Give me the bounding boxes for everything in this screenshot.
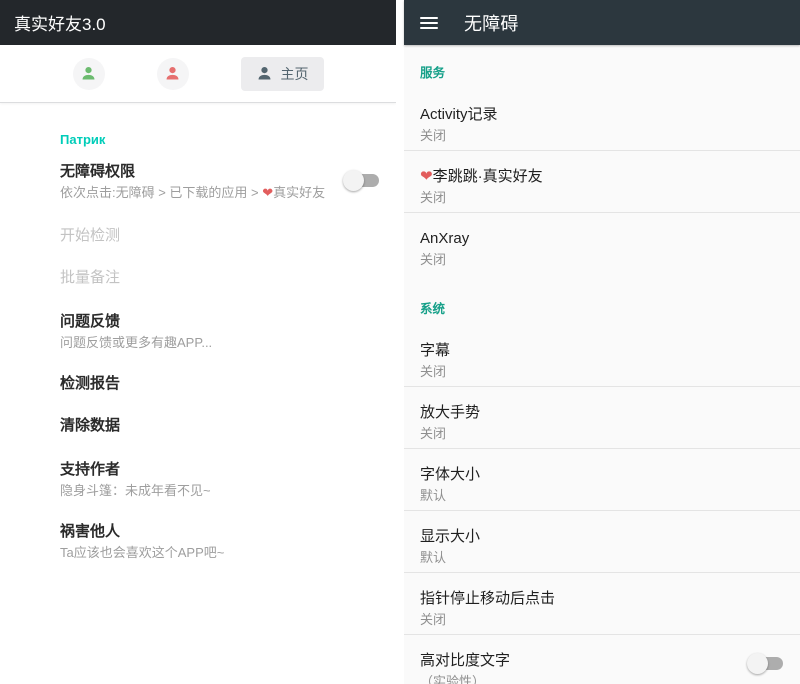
- screenshot-gutter: [396, 0, 404, 684]
- heart-icon: ❤: [420, 168, 433, 185]
- tab-friends-green[interactable]: [73, 58, 105, 90]
- row-title: Activity记录: [420, 105, 784, 125]
- row-title: 支持作者: [60, 460, 380, 480]
- row-clear-data[interactable]: 清除数据: [60, 416, 380, 436]
- right-app-bar: 无障碍: [404, 0, 800, 45]
- toggle-thumb: [747, 653, 768, 674]
- row-support-author[interactable]: 支持作者 隐身斗篷：未成年看不见~: [60, 460, 380, 500]
- person-red-icon: [164, 65, 181, 82]
- left-app-screen: 真实好友3.0: [0, 0, 396, 684]
- row-title: 检测报告: [60, 374, 380, 394]
- tab-friends-red[interactable]: [157, 58, 189, 90]
- row-title: 开始检测: [60, 226, 380, 246]
- row-title: 问题反馈: [60, 312, 380, 332]
- row-subtitle: Ta应该也会喜欢这个APP吧~: [60, 544, 380, 562]
- toggle-thumb: [343, 170, 364, 191]
- row-status: 关闭: [420, 363, 784, 381]
- row-status: （实验性）: [420, 673, 784, 684]
- row-magnification-gesture[interactable]: 放大手势 关闭: [404, 387, 800, 449]
- row-detection-report[interactable]: 检测报告: [60, 374, 380, 394]
- row-activity-record[interactable]: Activity记录 关闭: [404, 89, 800, 151]
- row-title: 放大手势: [420, 403, 784, 423]
- row-start-detection[interactable]: 开始检测: [60, 226, 380, 246]
- accessibility-permission-toggle[interactable]: [343, 170, 380, 191]
- heart-icon: ❤: [262, 185, 273, 200]
- row-title: ❤李跳跳·真实好友: [420, 167, 784, 187]
- row-title: 批量备注: [60, 268, 380, 288]
- row-status: 默认: [420, 487, 784, 505]
- row-status: 关闭: [420, 127, 784, 145]
- row-title: 字体大小: [420, 465, 784, 485]
- row-title: 显示大小: [420, 527, 784, 547]
- right-app-title: 无障碍: [464, 10, 519, 36]
- row-batch-note[interactable]: 批量备注: [60, 268, 380, 288]
- row-title: AnXray: [420, 229, 784, 249]
- row-subtitle: 问题反馈或更多有趣APP...: [60, 334, 380, 352]
- row-status: 关闭: [420, 611, 784, 629]
- left-tab-bar: 主页: [0, 45, 396, 103]
- row-display-size[interactable]: 显示大小 默认: [404, 511, 800, 573]
- row-status: 默认: [420, 549, 784, 567]
- menu-icon[interactable]: [420, 17, 438, 29]
- row-title: 祸害他人: [60, 522, 380, 542]
- row-subtitle: 依次点击:无障碍 > 已下载的应用 > ❤真实好友: [60, 184, 380, 202]
- row-high-contrast-text[interactable]: 高对比度文字 （实验性）: [404, 635, 800, 684]
- row-harm-others[interactable]: 祸害他人 Ta应该也会喜欢这个APP吧~: [60, 522, 380, 562]
- accessibility-list: 服务 Activity记录 关闭 ❤李跳跳·真实好友 关闭 AnXray 关闭 …: [404, 45, 800, 684]
- row-title: 指针停止移动后点击: [420, 589, 784, 609]
- tab-home-label: 主页: [281, 64, 309, 84]
- row-feedback[interactable]: 问题反馈 问题反馈或更多有趣APP...: [60, 312, 380, 352]
- row-status: 关闭: [420, 189, 784, 207]
- right-accessibility-screen: 无障碍 服务 Activity记录 关闭 ❤李跳跳·真实好友 关闭 AnXray…: [404, 0, 800, 684]
- left-section-label: Патрик: [60, 132, 380, 147]
- row-status: 关闭: [420, 425, 784, 443]
- row-title: 高对比度文字: [420, 651, 784, 671]
- high-contrast-toggle[interactable]: [747, 653, 784, 674]
- screenshot-pair: 真实好友3.0: [0, 0, 800, 684]
- left-settings-list: Патрик 无障碍权限 依次点击:无障碍 > 已下载的应用 > ❤真实好友 开…: [0, 132, 396, 562]
- row-status: 关闭: [420, 251, 784, 269]
- person-green-icon: [80, 65, 97, 82]
- row-accessibility-permission[interactable]: 无障碍权限 依次点击:无障碍 > 已下载的应用 > ❤真实好友: [60, 162, 380, 202]
- row-title: 无障碍权限: [60, 162, 380, 182]
- row-captions[interactable]: 字幕 关闭: [404, 325, 800, 387]
- section-header-system: 系统: [404, 276, 800, 325]
- person-home-icon: [256, 65, 273, 82]
- left-app-title: 真实好友3.0: [14, 10, 106, 35]
- left-app-bar: 真实好友3.0: [0, 0, 396, 45]
- row-title: 清除数据: [60, 416, 380, 436]
- tab-home[interactable]: 主页: [241, 57, 324, 91]
- row-subtitle: 隐身斗篷：未成年看不见~: [60, 482, 380, 500]
- row-anxray[interactable]: AnXray 关闭: [404, 213, 800, 276]
- row-litiaotiao-real-friends[interactable]: ❤李跳跳·真实好友 关闭: [404, 151, 800, 213]
- row-click-after-pointer-stops[interactable]: 指针停止移动后点击 关闭: [404, 573, 800, 635]
- section-header-services: 服务: [404, 45, 800, 89]
- row-title: 字幕: [420, 341, 784, 361]
- row-font-size[interactable]: 字体大小 默认: [404, 449, 800, 511]
